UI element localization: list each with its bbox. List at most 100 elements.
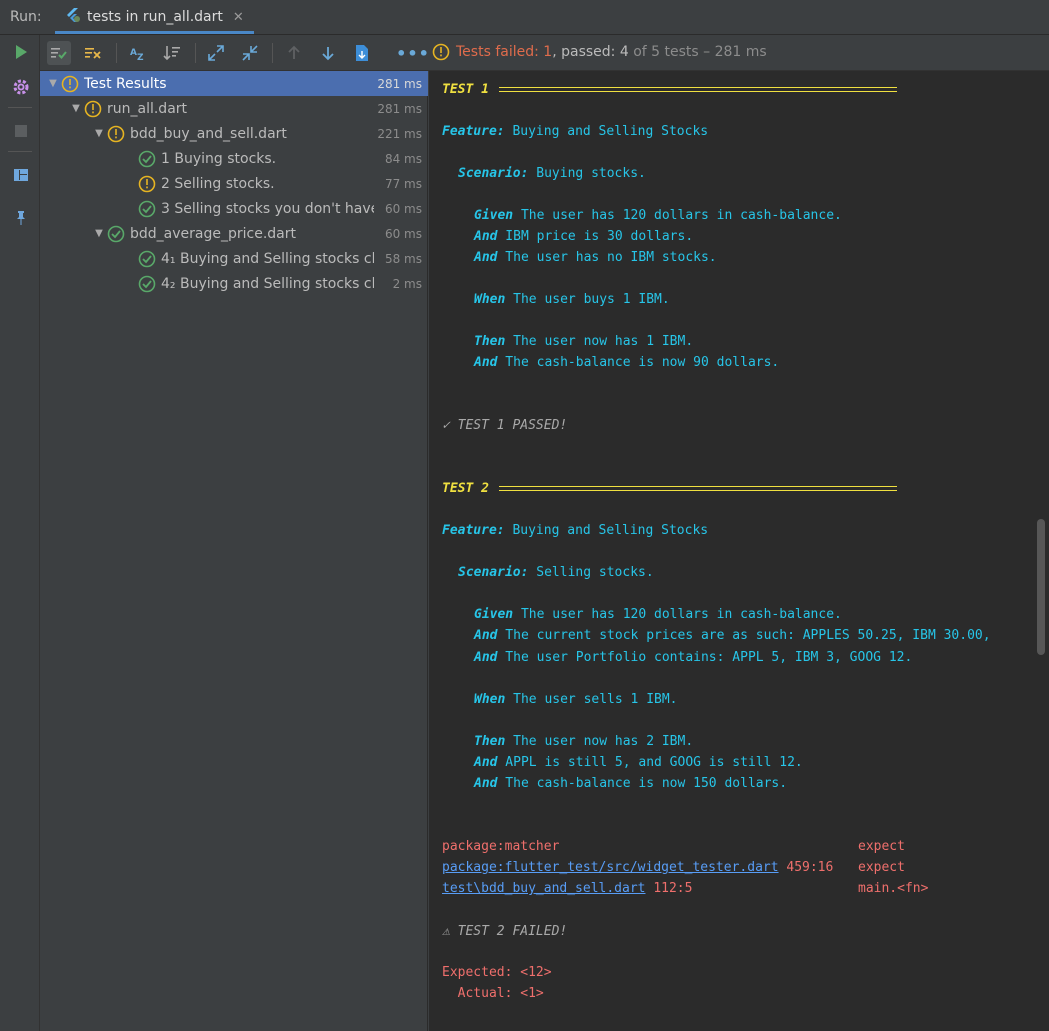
status-passed-count: 4: [619, 44, 629, 60]
close-icon[interactable]: ✕: [233, 10, 244, 25]
tree-row-label: 4₂ Buying and Selling stocks changes the…: [161, 275, 374, 292]
show-passed-icon: [51, 48, 67, 59]
chevron-down-icon[interactable]: ▼: [92, 128, 106, 139]
console-scrollbar[interactable]: [1037, 519, 1045, 655]
test-2-header: TEST 2: [442, 479, 897, 499]
tab-label: tests in run_all.dart: [87, 9, 223, 25]
sort-alphabetically-button[interactable]: AZ: [126, 41, 150, 65]
console-output[interactable]: TEST 1 Feature: Buying and Selling Stock…: [429, 71, 1049, 1031]
tree-row-label: 4₁ Buying and Selling stocks changes the…: [161, 250, 374, 267]
arrow-down-icon: [322, 47, 334, 61]
stop-icon: [15, 125, 27, 137]
play-icon: [16, 45, 27, 59]
double-rule: [498, 87, 897, 92]
collapse-icon: [242, 45, 258, 61]
console-line: And The current stock prices are as such…: [474, 628, 991, 643]
tab-tests-in-run-all[interactable]: tests in run_all.dart ✕: [55, 0, 254, 34]
pin-button[interactable]: [10, 207, 32, 229]
export-icon: [356, 45, 368, 61]
console-line: And The user Portfolio contains: APPL 5,…: [474, 650, 913, 665]
duration-label: 60 ms: [384, 201, 422, 216]
show-ignored-icon: [85, 48, 101, 59]
test-1-header: TEST 1: [442, 80, 897, 100]
test-results-tree: ▼ Test Results 281 ms ▼ run_all.dart 281…: [40, 71, 428, 1031]
next-failed-button[interactable]: [316, 41, 340, 65]
trace-location: package:matcher: [442, 839, 560, 854]
show-passed-button[interactable]: [47, 41, 71, 65]
settings-button[interactable]: [10, 76, 32, 98]
console-line: Given The user has 120 dollars in cash-b…: [474, 208, 842, 223]
tree-row-label: Test Results: [84, 75, 167, 92]
trace-function: expect: [858, 860, 905, 875]
tree-row-label: 3 Selling stocks you don't have.: [161, 200, 374, 217]
console-line: And APPL is still 5, and GOOG is still 1…: [474, 755, 803, 770]
expand-all-button[interactable]: [204, 41, 228, 65]
tree-row-label: bdd_buy_and_sell.dart: [130, 125, 287, 142]
tree-row-test-4-2[interactable]: 4₂ Buying and Selling stocks changes the…: [40, 271, 428, 296]
check-circle-icon: [137, 199, 157, 219]
svg-text:A: A: [130, 48, 137, 58]
run-label: Run:: [10, 9, 42, 25]
warning-circle-icon: [60, 74, 80, 94]
expand-icon: [208, 45, 224, 61]
tree-row-test-3[interactable]: 3 Selling stocks you don't have. 60 ms: [40, 196, 428, 221]
test-2-result: ⚠ TEST 2 FAILED!: [442, 924, 568, 939]
console-line: And The cash-balance is now 150 dollars.: [474, 776, 788, 791]
pin-icon: [17, 211, 25, 225]
console-line: Scenario: Buying stocks.: [458, 166, 646, 181]
trace-link[interactable]: package:flutter_test/src/widget_tester.d…: [442, 860, 779, 875]
chevron-down-icon[interactable]: ▼: [69, 103, 83, 114]
status-passed-label: , passed:: [552, 44, 620, 60]
warning-circle-icon: [432, 43, 450, 61]
status-summary: of 5 tests – 281 ms: [628, 44, 767, 60]
tree-row-run-all[interactable]: ▼ run_all.dart 281 ms: [40, 96, 428, 121]
chevron-down-icon[interactable]: ▼: [46, 78, 60, 89]
actual-value: Actual: <1>: [442, 986, 544, 1001]
tree-row-bdd-average-price[interactable]: ▼ bdd_average_price.dart 60 ms: [40, 221, 428, 246]
stop-button[interactable]: [10, 120, 32, 142]
more-options-button[interactable]: •••: [396, 41, 429, 65]
chevron-down-icon[interactable]: ▼: [92, 228, 106, 239]
console-line: Then The user now has 2 IBM.: [474, 734, 694, 749]
warning-circle-icon: [137, 174, 157, 194]
previous-failed-button[interactable]: [282, 41, 306, 65]
duration-label: 84 ms: [384, 151, 422, 166]
layout-icon: [14, 169, 28, 181]
console-line: Feature: Buying and Selling Stocks: [442, 124, 709, 139]
duration-label: 60 ms: [384, 226, 422, 241]
sort-duration-icon: [163, 46, 180, 61]
check-circle-icon: [106, 224, 126, 244]
test-status: Tests failed: 1, passed: 4 of 5 tests – …: [432, 43, 767, 61]
more-icon: •••: [396, 43, 430, 63]
flutter-test-icon: [65, 7, 81, 27]
tree-row-label: bdd_average_price.dart: [130, 225, 296, 242]
console-line: Feature: Buying and Selling Stocks: [442, 523, 709, 538]
tree-row-test-2[interactable]: 2 Selling stocks. 77 ms: [40, 171, 428, 196]
tree-row-test-1[interactable]: 1 Buying stocks. 84 ms: [40, 146, 428, 171]
console-line: And The cash-balance is now 90 dollars.: [474, 355, 780, 370]
console-line: When The user buys 1 IBM.: [474, 292, 670, 307]
tree-row-test-results[interactable]: ▼ Test Results 281 ms: [40, 71, 428, 96]
trace-function: main.<fn>: [858, 881, 929, 896]
tree-row-test-4-1[interactable]: 4₁ Buying and Selling stocks changes the…: [40, 246, 428, 271]
status-failed-count: 1: [543, 44, 553, 60]
show-ignored-button[interactable]: [81, 41, 105, 65]
export-results-button[interactable]: [350, 41, 374, 65]
layout-button[interactable]: [10, 164, 32, 186]
duration-label: 281 ms: [377, 101, 422, 116]
console-line: Given The user has 120 dollars in cash-b…: [474, 607, 842, 622]
duration-label: 58 ms: [384, 251, 422, 266]
duration-label: 281 ms: [377, 76, 422, 91]
arrow-up-icon: [288, 45, 300, 59]
sort-by-duration-button[interactable]: [160, 41, 184, 65]
console-line: When The user sells 1 IBM.: [474, 692, 678, 707]
collapse-all-button[interactable]: [238, 41, 262, 65]
console-line: And IBM price is 30 dollars.: [474, 229, 694, 244]
trace-function: expect: [858, 839, 905, 854]
check-circle-icon: [137, 149, 157, 169]
trace-link[interactable]: test\bdd_buy_and_sell.dart: [442, 881, 646, 896]
rerun-button[interactable]: [10, 41, 32, 63]
double-rule: [498, 486, 897, 491]
console-line: And The user has no IBM stocks.: [474, 250, 717, 265]
tree-row-bdd-buy-and-sell[interactable]: ▼ bdd_buy_and_sell.dart 221 ms: [40, 121, 428, 146]
